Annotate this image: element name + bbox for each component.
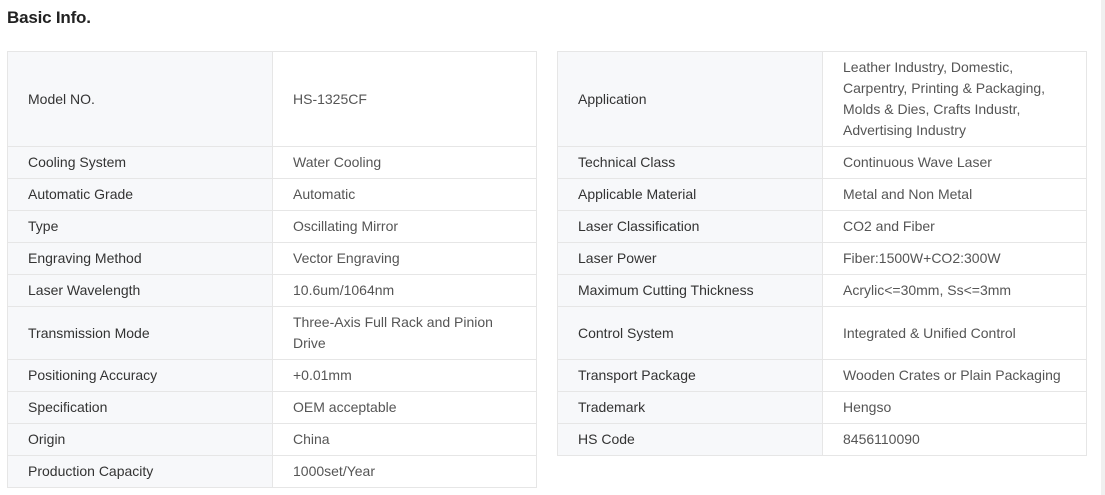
spec-label: Production Capacity [7, 455, 273, 488]
table-row: Technical Class Continuous Wave Laser [557, 146, 1087, 179]
spec-value: China [272, 423, 537, 456]
spec-value: Fiber:1500W+CO2:300W [822, 242, 1087, 275]
table-row: Type Oscillating Mirror [7, 210, 537, 243]
table-row: Laser Classification CO2 and Fiber [557, 210, 1087, 243]
spec-label: Automatic Grade [7, 178, 273, 211]
table-row: Positioning Accuracy +0.01mm [7, 359, 537, 392]
spec-value: HS-1325CF [272, 51, 537, 147]
spec-label: Model NO. [7, 51, 273, 147]
table-row: Applicable Material Metal and Non Metal [557, 178, 1087, 211]
table-row: Automatic Grade Automatic [7, 178, 537, 211]
table-row: Trademark Hengso [557, 391, 1087, 424]
spec-value: Automatic [272, 178, 537, 211]
spec-label: Control System [557, 306, 823, 360]
table-row: Transmission Mode Three-Axis Full Rack a… [7, 306, 537, 360]
spec-label: Origin [7, 423, 273, 456]
spec-label: Laser Classification [557, 210, 823, 243]
spec-value: Continuous Wave Laser [822, 146, 1087, 179]
spec-table-right: Application Leather Industry, Domestic, … [557, 51, 1087, 456]
scrollbar-track[interactable] [1101, 0, 1105, 495]
table-row: Production Capacity 1000set/Year [7, 455, 537, 488]
spec-value: OEM acceptable [272, 391, 537, 424]
table-row: Model NO. HS-1325CF [7, 51, 537, 147]
spec-label: Laser Power [557, 242, 823, 275]
spec-label: Applicable Material [557, 178, 823, 211]
spec-label: Type [7, 210, 273, 243]
spec-value: Hengso [822, 391, 1087, 424]
spec-label: Engraving Method [7, 242, 273, 275]
spec-value: Integrated & Unified Control [822, 306, 1087, 360]
table-row: HS Code 8456110090 [557, 423, 1087, 456]
spec-value: Water Cooling [272, 146, 537, 179]
spec-value: Acrylic<=30mm, Ss<=3mm [822, 274, 1087, 307]
spec-value: Metal and Non Metal [822, 178, 1087, 211]
table-row: Engraving Method Vector Engraving [7, 242, 537, 275]
spec-value: CO2 and Fiber [822, 210, 1087, 243]
spec-label: HS Code [557, 423, 823, 456]
spec-value: Three-Axis Full Rack and Pinion Drive [272, 306, 537, 360]
spec-value: Vector Engraving [272, 242, 537, 275]
table-row: Transport Package Wooden Crates or Plain… [557, 359, 1087, 392]
spec-label: Transmission Mode [7, 306, 273, 360]
table-row: Origin China [7, 423, 537, 456]
table-row: Cooling System Water Cooling [7, 146, 537, 179]
spec-label: Transport Package [557, 359, 823, 392]
spec-label: Technical Class [557, 146, 823, 179]
spec-value: Wooden Crates or Plain Packaging [822, 359, 1087, 392]
spec-label: Laser Wavelength [7, 274, 273, 307]
spec-label: Application [557, 51, 823, 147]
spec-table-left: Model NO. HS-1325CF Cooling System Water… [7, 51, 537, 488]
table-row: Maximum Cutting Thickness Acrylic<=30mm,… [557, 274, 1087, 307]
spec-value: Oscillating Mirror [272, 210, 537, 243]
page-title: Basic Info. [7, 8, 91, 27]
spec-label: Positioning Accuracy [7, 359, 273, 392]
spec-label: Specification [7, 391, 273, 424]
table-row: Laser Wavelength 10.6um/1064nm [7, 274, 537, 307]
spec-value: +0.01mm [272, 359, 537, 392]
spec-value: 10.6um/1064nm [272, 274, 537, 307]
spec-label: Maximum Cutting Thickness [557, 274, 823, 307]
table-row: Application Leather Industry, Domestic, … [557, 51, 1087, 147]
spec-value: 1000set/Year [272, 455, 537, 488]
spec-label: Trademark [557, 391, 823, 424]
spec-value: 8456110090 [822, 423, 1087, 456]
spec-label: Cooling System [7, 146, 273, 179]
table-row: Laser Power Fiber:1500W+CO2:300W [557, 242, 1087, 275]
table-row: Specification OEM acceptable [7, 391, 537, 424]
spec-value: Leather Industry, Domestic, Carpentry, P… [822, 51, 1087, 147]
table-row: Control System Integrated & Unified Cont… [557, 306, 1087, 360]
